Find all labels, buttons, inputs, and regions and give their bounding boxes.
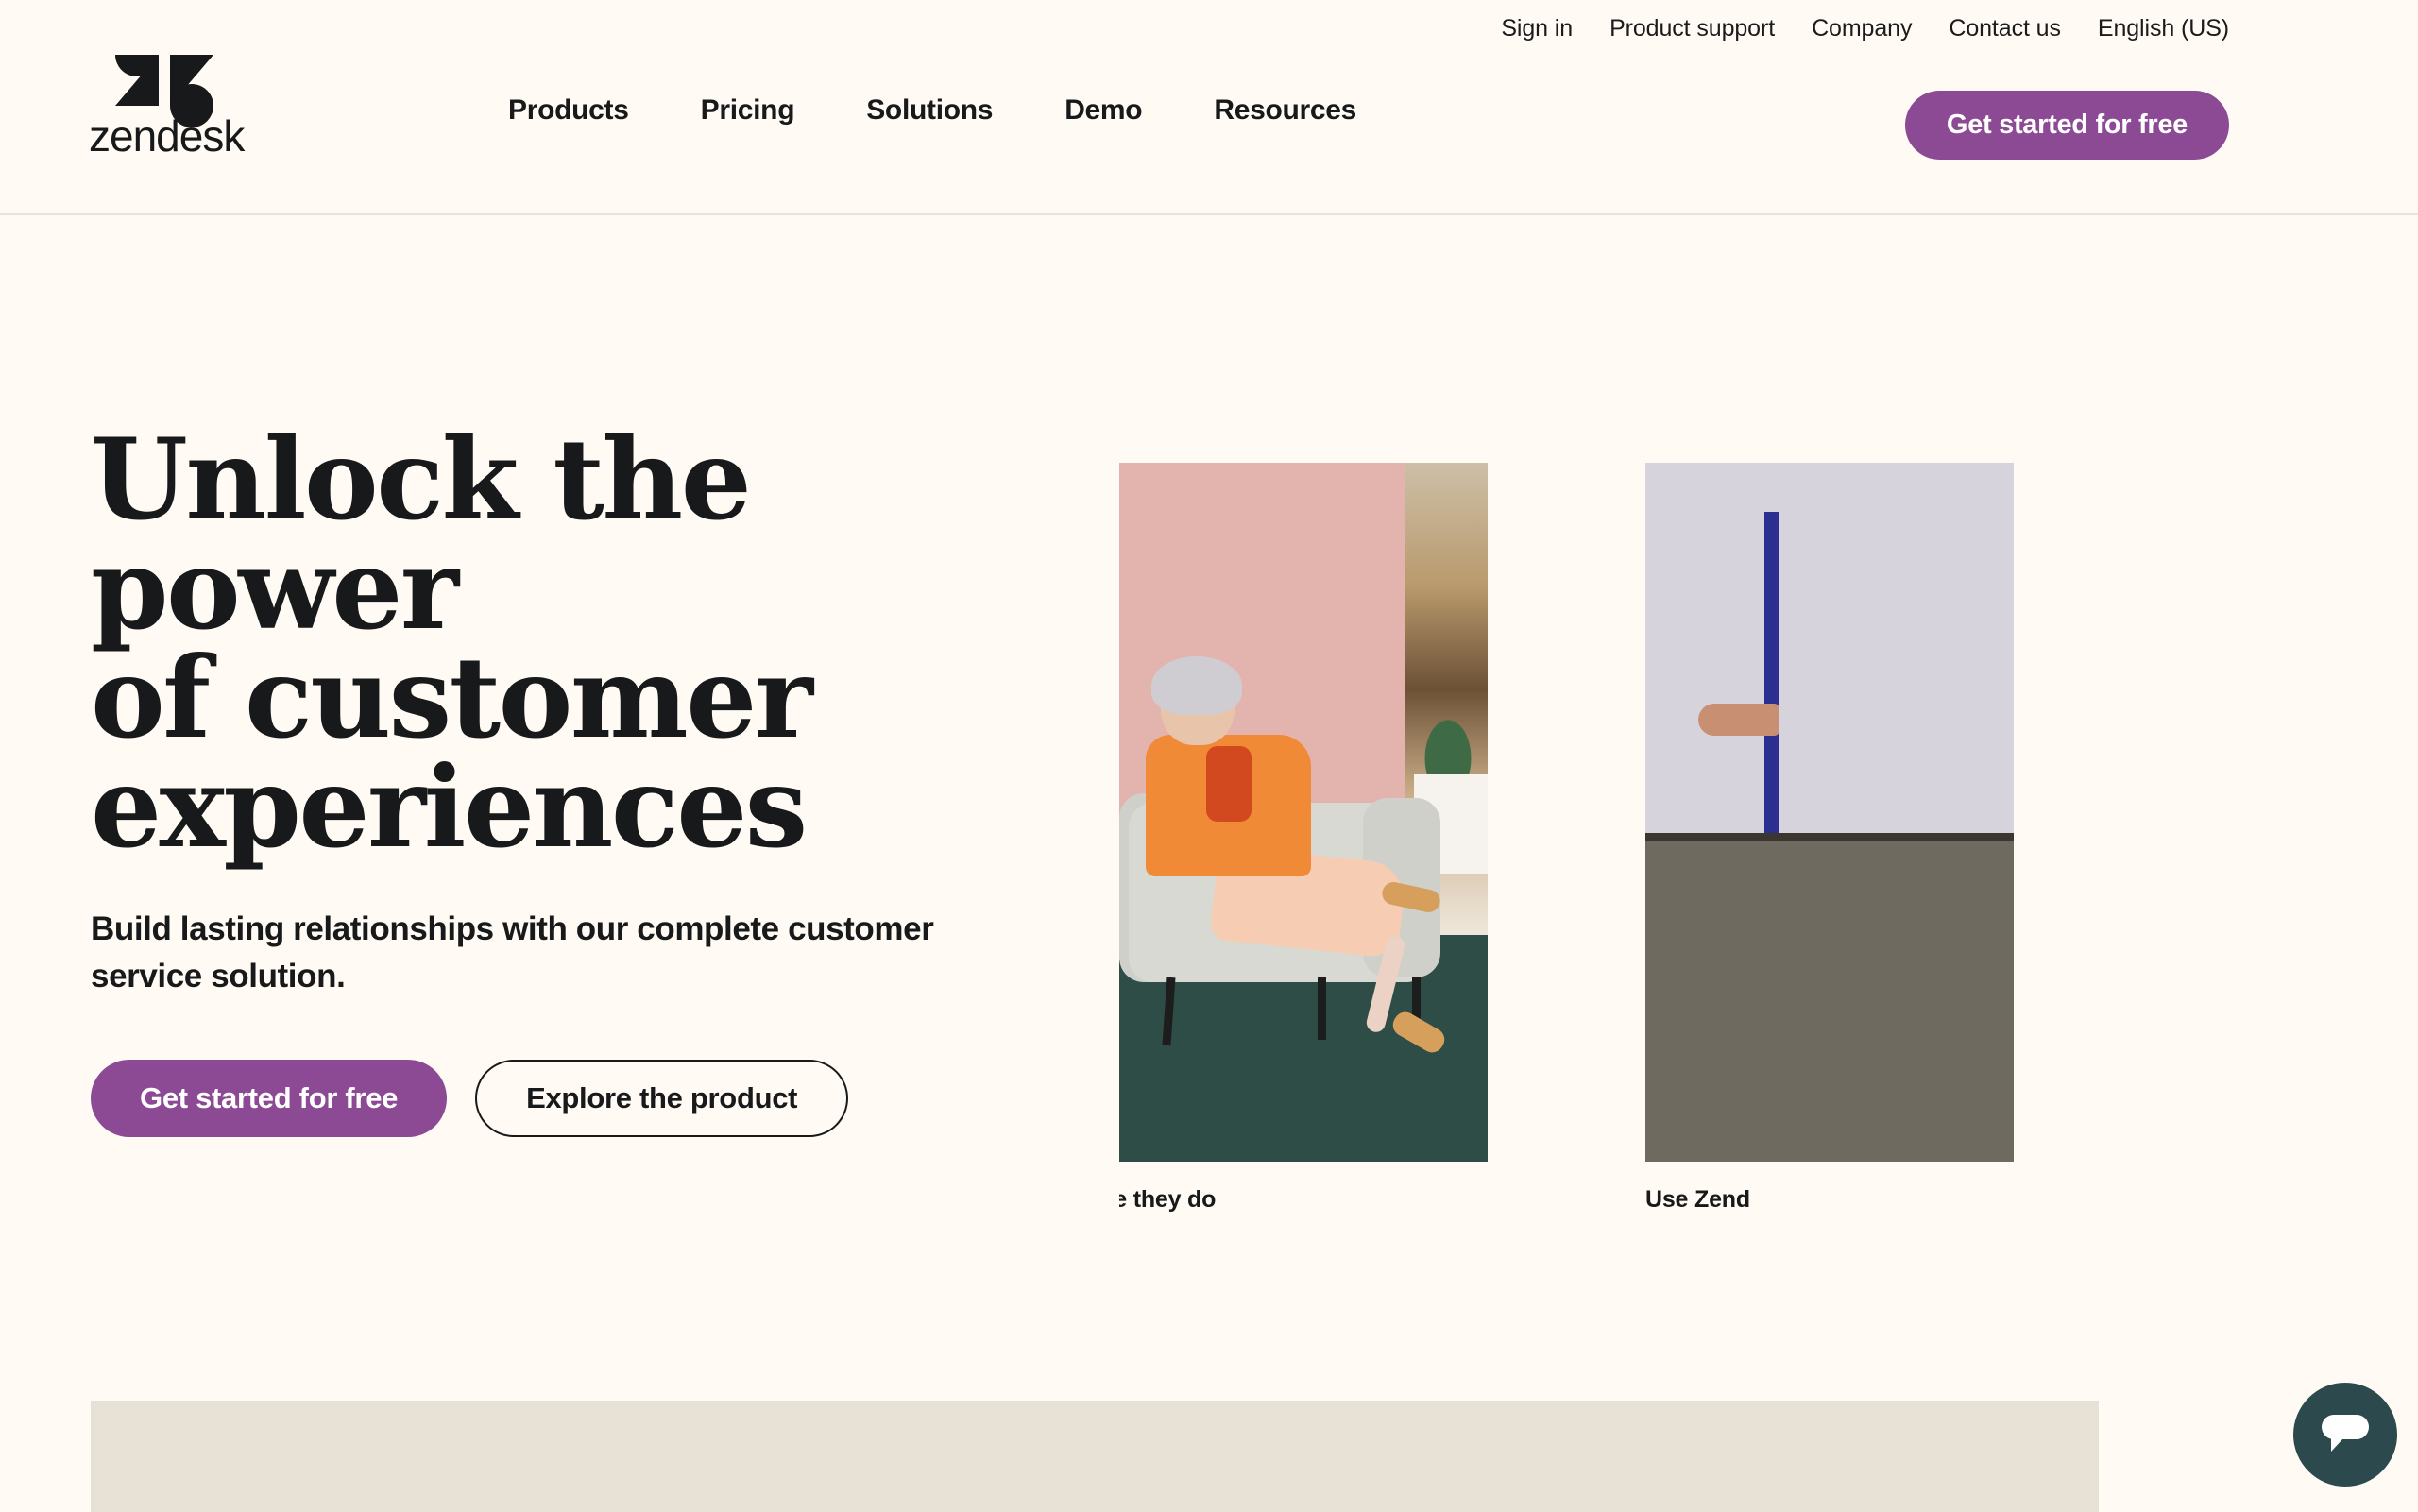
carousel-slide-image-hand-by-blue-stripe — [1645, 463, 2014, 1162]
hero-explore-product-button[interactable]: Explore the product — [475, 1060, 849, 1137]
language-selector[interactable]: English (US) — [2098, 8, 2229, 49]
carousel-track: s need before they do Use Zend — [1119, 463, 2014, 1214]
hero-get-started-button[interactable]: Get started for free — [91, 1060, 448, 1137]
header-get-started-button[interactable]: Get started for free — [1904, 91, 2229, 160]
carousel-slide-caption: s need before they do — [1119, 1186, 1217, 1213]
main-nav: Products Pricing Solutions Demo Resource… — [472, 94, 1392, 127]
nav-item-demo[interactable]: Demo — [1029, 94, 1178, 127]
carousel-slide[interactable]: Use Zend — [1645, 463, 2014, 1214]
next-section-band — [91, 1401, 2099, 1512]
nav-item-resources[interactable]: Resources — [1178, 94, 1392, 127]
utility-link-contact-us[interactable]: Contact us — [1949, 8, 2061, 49]
nav-item-products[interactable]: Products — [472, 94, 665, 127]
hero-actions: Get started for free Explore the product — [91, 1060, 1092, 1137]
carousel-slide-image-woman-in-armchair — [1119, 463, 1488, 1162]
utility-link-company[interactable]: Company — [1812, 8, 1912, 49]
chat-bubble-icon — [2322, 1415, 2369, 1452]
utility-link-sign-in[interactable]: Sign in — [1501, 8, 1573, 49]
nav-item-pricing[interactable]: Pricing — [665, 94, 831, 127]
hero-subheadline: Build lasting relationships with our com… — [91, 909, 934, 995]
zendesk-homepage: Sign in Product support Company Contact … — [0, 0, 2418, 1512]
svg-text:zendesk: zendesk — [89, 111, 246, 159]
hero-image-carousel[interactable]: s need before they do Use Zend — [1119, 463, 2099, 1237]
utility-link-product-support[interactable]: Product support — [1609, 8, 1775, 49]
hero-copy: Unlock the power of customer experiences… — [91, 414, 1092, 1137]
carousel-slide[interactable]: s need before they do — [1119, 463, 1488, 1214]
zendesk-logo[interactable]: zendesk — [87, 49, 263, 159]
hero-headline: Unlock the power of customer experiences — [91, 414, 813, 873]
carousel-slide-caption: Use Zend — [1645, 1186, 1750, 1213]
hero-section: Unlock the power of customer experiences… — [0, 215, 2418, 1362]
site-header: Sign in Product support Company Contact … — [0, 0, 2418, 215]
nav-item-solutions[interactable]: Solutions — [830, 94, 1029, 127]
chat-widget-button[interactable] — [2293, 1383, 2397, 1487]
utility-nav: Sign in Product support Company Contact … — [1501, 8, 2229, 49]
